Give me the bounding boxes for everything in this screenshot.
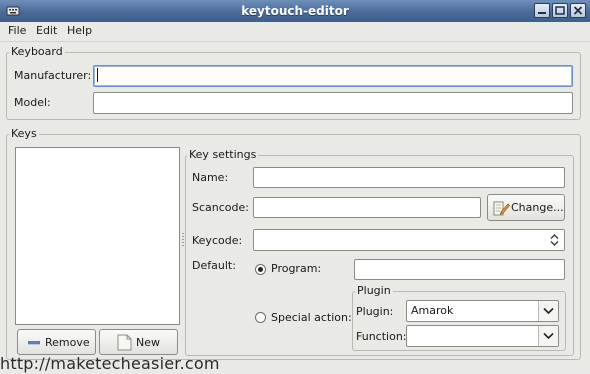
close-icon [573,6,583,15]
special-action-radio[interactable] [255,312,266,323]
default-label: Default: [192,259,236,272]
scancode-label: Scancode: [192,201,249,214]
plugin-select[interactable]: Amarok [406,300,559,322]
name-label: Name: [192,171,229,184]
keycode-select[interactable] [253,229,565,251]
program-option-label[interactable]: Program: [271,262,321,276]
function-label: Function: [356,330,407,343]
keycode-spin[interactable] [546,230,564,250]
name-input[interactable] [253,167,565,188]
close-button[interactable] [570,3,586,18]
chevron-down-icon [543,307,554,315]
model-input[interactable] [93,92,573,114]
keyboard-section-label: Keyboard [9,45,65,58]
program-radio[interactable] [255,264,266,275]
change-button[interactable]: Change... [487,194,565,221]
key-settings-section-label: Key settings [187,148,259,161]
watermark-text: http://maketecheasier.com [0,354,220,373]
pane-resize-handle[interactable] [182,233,184,247]
program-input[interactable] [354,259,565,280]
manufacturer-label: Manufacturer: [14,69,92,82]
text-cursor [97,68,98,82]
menu-file[interactable]: File [8,24,26,38]
new-document-icon [117,334,132,351]
new-button[interactable]: New [99,329,178,355]
menu-edit[interactable]: Edit [36,24,57,38]
model-label: Model: [14,96,51,109]
chevron-down-icon [543,332,554,340]
maximize-icon [555,6,565,15]
plugin-dropdown-button[interactable] [538,301,558,321]
window-title: keytouch-editor [241,4,349,18]
keys-list[interactable] [15,147,180,325]
minimize-icon [538,12,546,14]
function-dropdown-button[interactable] [538,326,558,346]
minus-icon [28,341,40,345]
plugin-value: Amarok [411,304,454,317]
function-select[interactable] [406,325,559,347]
plugin-label: Plugin: [356,305,394,318]
maximize-button[interactable] [552,3,568,18]
keys-section-label: Keys [9,127,39,140]
change-button-label: Change... [511,201,564,214]
special-action-option-label[interactable]: Special action: [271,311,352,325]
updown-arrows-icon [550,234,559,246]
minimize-button[interactable] [534,3,550,18]
menu-help[interactable]: Help [67,24,92,38]
remove-button[interactable]: Remove [17,329,96,355]
plugin-section-label: Plugin [355,284,393,297]
manufacturer-input[interactable] [93,65,573,87]
scancode-input[interactable] [253,197,481,218]
new-button-label: New [136,336,160,349]
remove-button-label: Remove [45,336,90,349]
edit-document-icon [493,201,510,216]
keycode-label: Keycode: [192,234,243,247]
